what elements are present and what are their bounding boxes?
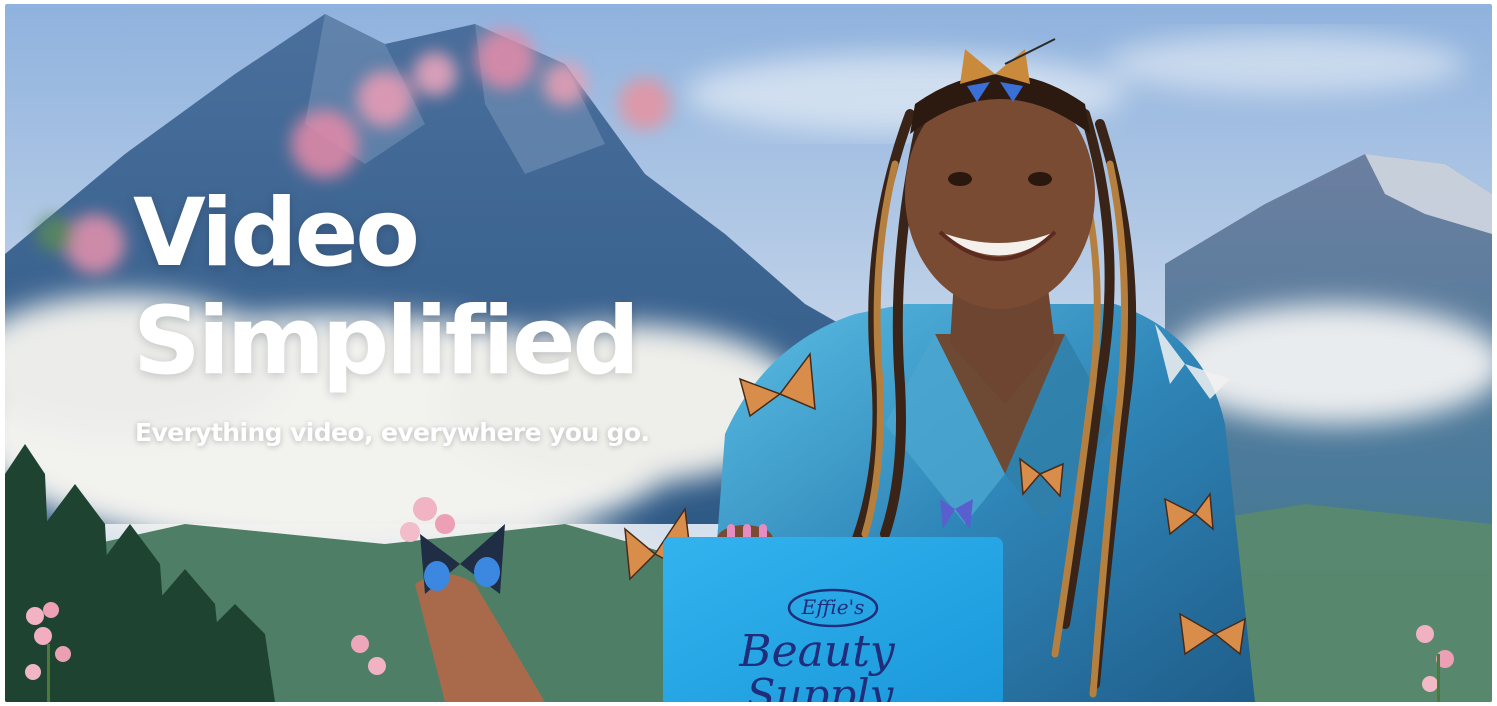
headline-line-2: Simplified: [133, 287, 640, 396]
laptop-brand-line3: Supply: [747, 670, 895, 702]
laptop-brand-line1: Effie's: [801, 595, 865, 619]
headline-line-1: Video: [133, 179, 420, 288]
hero-banner: Effie's Beauty Supply Video Simplified E…: [5, 4, 1492, 702]
hero-tagline: Everything video, everywhere you go.: [135, 418, 650, 447]
hero-headline: Video Simplified: [133, 179, 640, 396]
